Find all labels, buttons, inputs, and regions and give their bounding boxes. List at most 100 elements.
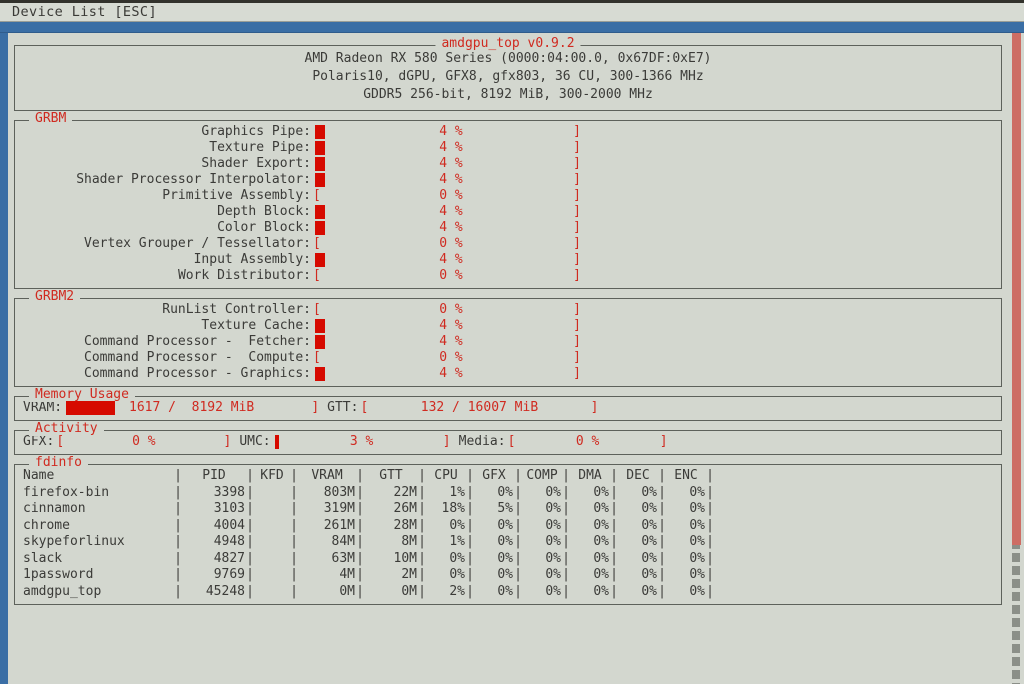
vertical-scrollbar[interactable] bbox=[1008, 33, 1024, 684]
metric-row: Command Processor - Fetcher:[4 %] bbox=[19, 334, 997, 350]
fdinfo-cell-enc: 0% bbox=[667, 567, 705, 584]
column-separator: | bbox=[561, 551, 571, 568]
vram-bar: [ 1617 / 8192 MiB ] bbox=[64, 400, 319, 416]
activity-body: GFX:[0 %]UMC:[3 %]Media:[0 %] bbox=[15, 431, 1001, 454]
table-row: 1password|9769||4M|2M|0%|0%|0%|0%|0%|0%| bbox=[23, 567, 715, 584]
column-separator: | bbox=[657, 518, 667, 535]
metric-row: Command Processor - Graphics:[4 %] bbox=[19, 366, 997, 382]
fdinfo-cell-dma: 0% bbox=[571, 501, 609, 518]
activity-panel: Activity GFX:[0 %]UMC:[3 %]Media:[0 %] bbox=[14, 430, 1002, 455]
metric-label: Input Assembly: bbox=[19, 252, 311, 268]
fdinfo-cell-gfx: 0% bbox=[475, 534, 513, 551]
fdinfo-cell-dec: 0% bbox=[619, 518, 657, 535]
fdinfo-cell-vram: 4M bbox=[299, 567, 355, 584]
metric-label: Command Processor - Fetcher: bbox=[19, 334, 311, 350]
fdinfo-cell-comp: 0% bbox=[523, 501, 561, 518]
metric-row: Shader Export:[4 %] bbox=[19, 156, 997, 172]
column-separator: | bbox=[245, 485, 255, 502]
column-separator: | bbox=[245, 518, 255, 535]
column-separator: | bbox=[705, 518, 715, 535]
column-separator: | bbox=[173, 584, 183, 601]
fdinfo-cell-gfx: 0% bbox=[475, 551, 513, 568]
column-separator: | bbox=[705, 468, 715, 485]
bracket-close-icon: ] bbox=[573, 220, 581, 236]
fdinfo-cell-dec: 0% bbox=[619, 501, 657, 518]
column-separator: | bbox=[561, 468, 571, 485]
column-separator: | bbox=[465, 534, 475, 551]
fdinfo-cell-gtt: 28M bbox=[365, 518, 417, 535]
column-separator: | bbox=[173, 534, 183, 551]
column-separator: | bbox=[245, 551, 255, 568]
metric-bar: [0 %] bbox=[313, 302, 581, 318]
column-separator: | bbox=[609, 485, 619, 502]
bracket-close-icon: ] bbox=[573, 252, 581, 268]
bracket-close-icon: ] bbox=[573, 124, 581, 140]
fdinfo-cell-dma: 0% bbox=[571, 485, 609, 502]
device-info-panel: amdgpu_top v0.9.2 AMD Radeon RX 580 Seri… bbox=[14, 45, 1002, 111]
tab-device-list[interactable]: Device List [ESC] bbox=[12, 4, 157, 20]
fdinfo-cell-dec: 0% bbox=[619, 551, 657, 568]
fdinfo-cell-kfd bbox=[255, 534, 289, 551]
grbm-panel: GRBM Graphics Pipe:[4 %]Texture Pipe:[4 … bbox=[14, 120, 1002, 289]
fdinfo-cell-pid: 4948 bbox=[183, 534, 245, 551]
activity-row: GFX:[0 %]UMC:[3 %]Media:[0 %] bbox=[19, 434, 997, 450]
column-separator: | bbox=[245, 534, 255, 551]
column-separator: | bbox=[289, 501, 299, 518]
fdinfo-legend: fdinfo bbox=[29, 456, 88, 470]
metric-value: 0 % bbox=[313, 188, 581, 204]
metric-bar: [4 %] bbox=[313, 204, 581, 220]
fdinfo-cell-name: firefox-bin bbox=[23, 485, 173, 502]
metric-label: Texture Cache: bbox=[19, 318, 311, 334]
column-separator: | bbox=[657, 551, 667, 568]
column-separator: | bbox=[513, 567, 523, 584]
column-separator: | bbox=[173, 518, 183, 535]
fdinfo-cell-dec: 0% bbox=[619, 485, 657, 502]
metric-value: 4 % bbox=[313, 124, 581, 140]
column-separator: | bbox=[513, 468, 523, 485]
column-separator: | bbox=[561, 584, 571, 601]
fdinfo-cell-gtt: 26M bbox=[365, 501, 417, 518]
fdinfo-column-header: COMP bbox=[523, 468, 561, 485]
metric-row: Primitive Assembly:[0 %] bbox=[19, 188, 997, 204]
fdinfo-cell-name: 1password bbox=[23, 567, 173, 584]
scrollbar-thumb[interactable] bbox=[1012, 33, 1021, 545]
fdinfo-cell-gfx: 0% bbox=[475, 567, 513, 584]
fdinfo-cell-comp: 0% bbox=[523, 518, 561, 535]
metric-row: Color Block:[4 %] bbox=[19, 220, 997, 236]
column-separator: | bbox=[609, 501, 619, 518]
column-separator: | bbox=[657, 485, 667, 502]
column-separator: | bbox=[561, 501, 571, 518]
bracket-close-icon: ] bbox=[573, 204, 581, 220]
column-separator: | bbox=[417, 501, 427, 518]
app-window: Device List [ESC] amdgpu_top v0.9.2 AMD … bbox=[0, 0, 1024, 684]
left-rail bbox=[0, 33, 8, 684]
fdinfo-cell-name: amdgpu_top bbox=[23, 584, 173, 601]
fdinfo-cell-enc: 0% bbox=[667, 584, 705, 601]
activity-value: 3 % bbox=[273, 434, 451, 450]
column-separator: | bbox=[355, 501, 365, 518]
metric-value: 4 % bbox=[313, 172, 581, 188]
fdinfo-cell-pid: 3103 bbox=[183, 501, 245, 518]
metric-value: 0 % bbox=[313, 268, 581, 284]
column-separator: | bbox=[465, 468, 475, 485]
fdinfo-cell-gfx: 0% bbox=[475, 584, 513, 601]
device-line: GDDR5 256-bit, 8192 MiB, 300-2000 MHz bbox=[15, 86, 1001, 104]
fdinfo-cell-kfd bbox=[255, 501, 289, 518]
fdinfo-column-header: KFD bbox=[255, 468, 289, 485]
column-separator: | bbox=[173, 551, 183, 568]
grbm-legend: GRBM bbox=[29, 112, 72, 126]
column-separator: | bbox=[289, 534, 299, 551]
fdinfo-cell-comp: 0% bbox=[523, 567, 561, 584]
fdinfo-cell-dec: 0% bbox=[619, 584, 657, 601]
activity-bar: [0 %] bbox=[56, 434, 231, 450]
fdinfo-cell-comp: 0% bbox=[523, 534, 561, 551]
metric-row: Vertex Grouper / Tessellator:[0 %] bbox=[19, 236, 997, 252]
metric-bar: [4 %] bbox=[313, 220, 581, 236]
column-separator: | bbox=[245, 584, 255, 601]
bracket-close-icon: ] bbox=[573, 156, 581, 172]
metric-label: Primitive Assembly: bbox=[19, 188, 311, 204]
activity-label: GFX: bbox=[23, 434, 54, 450]
content-area: amdgpu_top v0.9.2 AMD Radeon RX 580 Seri… bbox=[8, 33, 1008, 684]
fdinfo-column-header: DEC bbox=[619, 468, 657, 485]
fdinfo-column-header: GFX bbox=[475, 468, 513, 485]
